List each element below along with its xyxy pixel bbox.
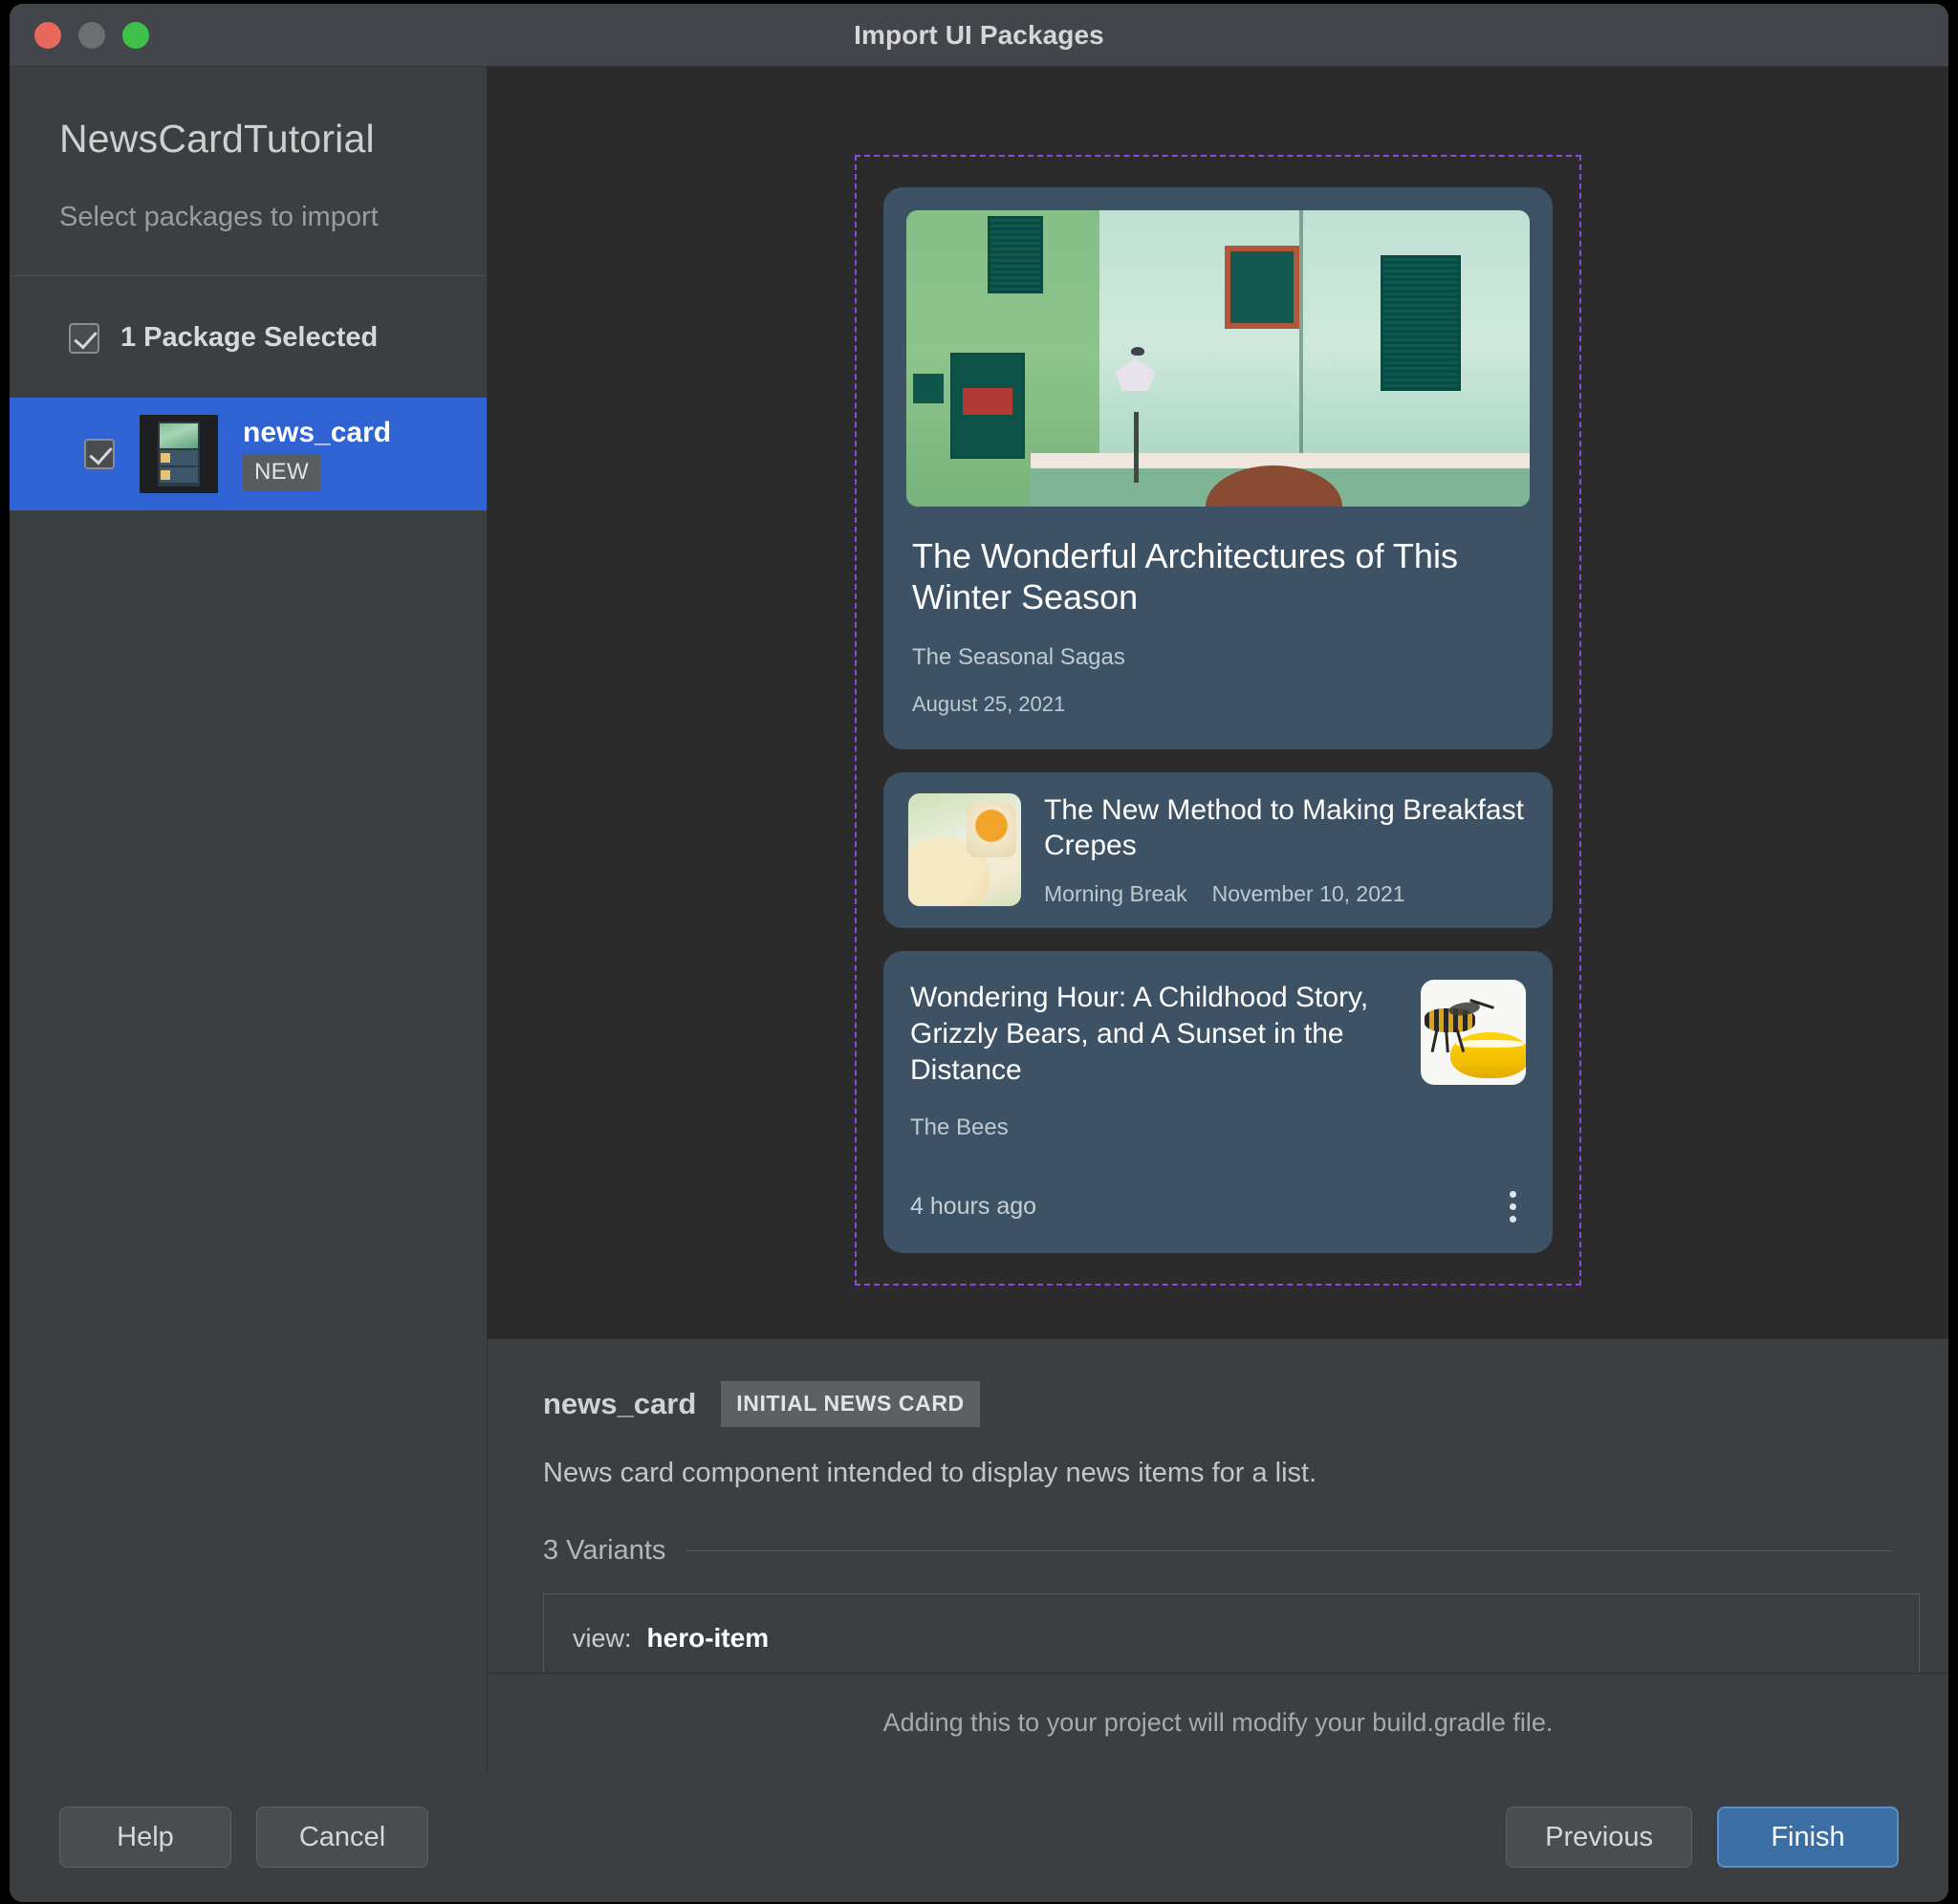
variant-list: view: hero-item (543, 1593, 1920, 1673)
reversed-card-source: The Bees (910, 1114, 1009, 1140)
hero-card-text: The Wonderful Architectures of This Wint… (883, 507, 1553, 749)
detail-package-name: news_card (543, 1387, 697, 1420)
title-bar: Import UI Packages (10, 4, 1948, 67)
dialog-button-bar: Help Cancel Previous Finish (10, 1772, 1948, 1902)
news-card-hero[interactable]: The Wonderful Architectures of This Wint… (883, 187, 1553, 750)
hero-card-date: August 25, 2021 (912, 692, 1066, 717)
detail-package-tag: INITIAL NEWS CARD (721, 1381, 980, 1427)
window-title: Import UI Packages (854, 19, 1104, 50)
hero-card-source: The Seasonal Sagas (912, 644, 1125, 671)
package-thumbnail-icon (140, 415, 218, 493)
variant-value: hero-item (646, 1623, 770, 1653)
package-new-badge: NEW (243, 454, 320, 491)
package-list-item-news-card[interactable]: news_card NEW (10, 398, 487, 510)
project-name: NewsCardTutorial (59, 117, 375, 161)
hero-card-image (906, 210, 1530, 507)
select-all-row[interactable]: 1 Package Selected (10, 276, 487, 398)
right-pane: The Wonderful Architectures of This Wint… (488, 67, 1948, 1772)
hero-card-title: The Wonderful Architectures of This Wint… (912, 536, 1458, 617)
variants-count-label: 3 Variants (543, 1535, 666, 1566)
sidebar-empty-space (10, 510, 487, 1772)
reversed-card-date: 4 hours ago (910, 1192, 1037, 1220)
detail-description: News card component intended to display … (543, 1458, 1317, 1488)
cancel-button[interactable]: Cancel (256, 1807, 428, 1868)
kebab-menu-icon[interactable] (1500, 1185, 1526, 1228)
package-detail-panel: news_card INITIAL NEWS CARD News card co… (488, 1338, 1948, 1673)
listing-card-date: November 10, 2021 (1211, 880, 1405, 906)
sidebar-subtitle: Select packages to import (59, 202, 379, 232)
package-preview-area: The Wonderful Architectures of This Wint… (488, 67, 1948, 1338)
package-name: news_card (243, 417, 392, 448)
listing-card-source: Morning Break (1044, 880, 1187, 906)
news-card-listing-reversed[interactable]: Wondering Hour: A Childhood Story, Grizz… (883, 950, 1553, 1253)
previous-button[interactable]: Previous (1506, 1807, 1692, 1868)
minimize-window-button[interactable] (78, 21, 105, 49)
news-card-listing[interactable]: The New Method to Making Breakfast Crepe… (883, 772, 1553, 928)
select-all-checkbox[interactable] (69, 322, 99, 354)
import-ui-packages-window: Import UI Packages NewsCardTutorial Sele… (10, 4, 1948, 1902)
window-controls (34, 21, 149, 49)
finish-button[interactable]: Finish (1717, 1807, 1899, 1868)
reversed-card-title: Wondering Hour: A Childhood Story, Grizz… (910, 981, 1369, 1087)
close-window-button[interactable] (34, 21, 61, 49)
listing-card-text: The New Method to Making Breakfast Crepe… (1044, 793, 1528, 906)
sidebar: NewsCardTutorial Select packages to impo… (10, 67, 488, 1772)
preview-selection-frame: The Wonderful Architectures of This Wint… (855, 155, 1581, 1286)
package-checkbox-news-card[interactable] (84, 439, 115, 469)
help-button[interactable]: Help (59, 1807, 231, 1868)
variants-divider (686, 1550, 1893, 1551)
dialog-body: NewsCardTutorial Select packages to impo… (10, 67, 1948, 1772)
zoom-window-button[interactable] (122, 21, 149, 49)
variant-row[interactable]: view: hero-item (573, 1623, 1919, 1654)
select-all-label: 1 Package Selected (120, 322, 379, 353)
variant-key: view: (573, 1624, 632, 1653)
sidebar-header: NewsCardTutorial Select packages to impo… (10, 67, 487, 276)
listing-card-thumbnail (908, 793, 1021, 907)
gradle-modification-note: Adding this to your project will modify … (488, 1673, 1948, 1772)
listing-card-title: The New Method to Making Breakfast Crepe… (1044, 794, 1524, 861)
reversed-card-thumbnail (1421, 979, 1526, 1085)
